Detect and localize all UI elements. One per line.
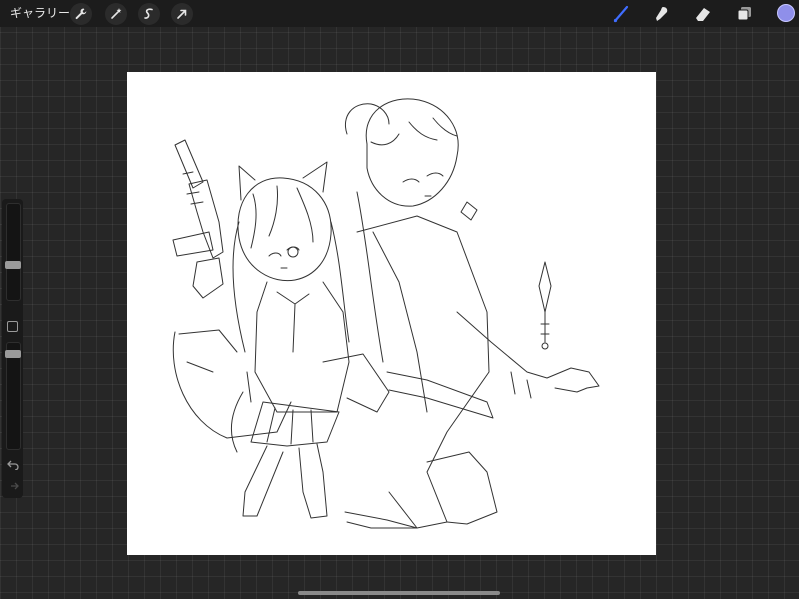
adjustments-button[interactable] <box>105 3 127 25</box>
eraser-icon <box>696 8 710 21</box>
color-picker-button[interactable] <box>777 4 795 22</box>
eraser-button[interactable] <box>692 3 714 25</box>
smudge-icon <box>656 7 668 21</box>
sidebar <box>2 199 23 498</box>
transform-button[interactable] <box>171 3 193 25</box>
opacity-thumb[interactable] <box>5 350 21 358</box>
actions-button[interactable] <box>70 3 92 25</box>
transform-icon <box>177 9 187 19</box>
brush-size-thumb[interactable] <box>5 261 21 269</box>
selection-button[interactable] <box>138 3 160 25</box>
brush-size-slider[interactable] <box>5 203 21 301</box>
undo-icon[interactable] <box>7 460 19 470</box>
home-indicator[interactable] <box>298 591 500 595</box>
opacity-slider[interactable] <box>5 342 21 450</box>
smudge-button[interactable] <box>650 3 672 25</box>
layers-button[interactable] <box>733 3 755 25</box>
drawing-canvas[interactable] <box>127 72 656 555</box>
top-toolbar: ギャラリー <box>0 0 799 27</box>
brush-button[interactable] <box>610 3 632 25</box>
wrench-icon <box>75 8 87 20</box>
selection-icon <box>144 8 153 19</box>
line-art-drawing <box>172 98 600 529</box>
brush-icon <box>613 5 629 23</box>
modify-button[interactable] <box>7 321 18 332</box>
layers-icon <box>737 7 751 21</box>
gallery-button[interactable]: ギャラリー <box>10 5 70 21</box>
redo-icon[interactable] <box>7 482 19 492</box>
magic-wand-icon <box>111 8 122 19</box>
